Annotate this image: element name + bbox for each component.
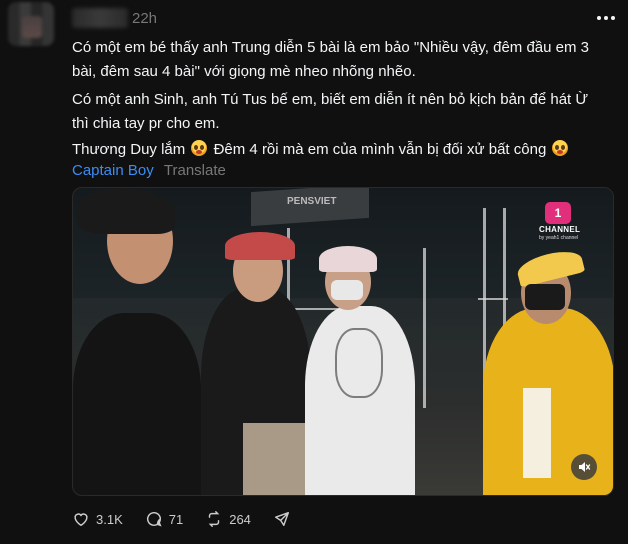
post-paragraph-1: Có một em bé thấy anh Trung diễn 5 bài l… <box>72 39 590 80</box>
like-count: 3.1K <box>96 511 123 527</box>
crying-face-emoji <box>552 140 569 156</box>
repost-icon <box>208 511 220 527</box>
mention-link[interactable]: Captain Boy <box>72 162 154 179</box>
post-paragraph-3-start: Thương Duy lắm <box>72 141 186 158</box>
channel-logo: 1 CHANNEL by yeah1 channel <box>539 202 603 246</box>
person-left-cap <box>77 188 175 234</box>
face-mask <box>525 284 565 310</box>
post-paragraph-3: Thương Duy lắm Đêm 4 rồi mà em của mình … <box>72 138 602 162</box>
comment-button[interactable]: 71 <box>145 510 183 528</box>
username-blurred[interactable] <box>72 8 128 28</box>
repost-count: 264 <box>229 511 251 527</box>
channel-logo-mark: 1 <box>545 202 571 224</box>
channel-name: CHANNEL <box>539 225 581 234</box>
post-paragraph-2: Có một anh Sinh, anh Tú Tus bế em, biết … <box>72 91 589 132</box>
crying-face-emoji <box>191 140 208 156</box>
scaffold-bar <box>478 298 508 300</box>
shirt-print <box>335 328 383 398</box>
comment-count: 71 <box>168 511 184 527</box>
person-left <box>73 313 201 495</box>
mute-icon[interactable] <box>571 454 597 480</box>
post-actions: 3.1K 71 264 <box>72 510 313 528</box>
post-time: 22h <box>132 10 158 27</box>
person-third-cap <box>319 246 377 272</box>
share-icon <box>274 511 289 527</box>
heart-icon <box>74 513 88 527</box>
share-button[interactable] <box>273 510 291 528</box>
post-paragraph-3-end: Đêm 4 rồi mà em của mình vẫn bị đối xử b… <box>213 141 547 158</box>
scaffold-pole <box>423 248 426 408</box>
avatar[interactable] <box>8 2 54 46</box>
more-icon[interactable] <box>594 8 618 28</box>
person-second-cap <box>225 232 295 260</box>
video-player[interactable]: PENSVIET 1 CHANNEL by yeah1 channel <box>72 187 614 496</box>
translate-link[interactable]: Translate <box>164 162 226 179</box>
post-meta: Captain Boy Translate <box>72 160 226 182</box>
repost-button[interactable]: 264 <box>205 510 251 528</box>
video-banner-text: PENSVIET <box>287 196 337 207</box>
like-button[interactable]: 3.1K <box>72 510 123 528</box>
thread-post: 22h Có một em bé thấy anh Trung diễn 5 b… <box>0 0 628 544</box>
channel-sub: by yeah1 channel <box>539 235 579 241</box>
comment-icon <box>146 511 162 527</box>
shirt-stripe <box>523 388 551 478</box>
face-mask <box>331 280 363 300</box>
